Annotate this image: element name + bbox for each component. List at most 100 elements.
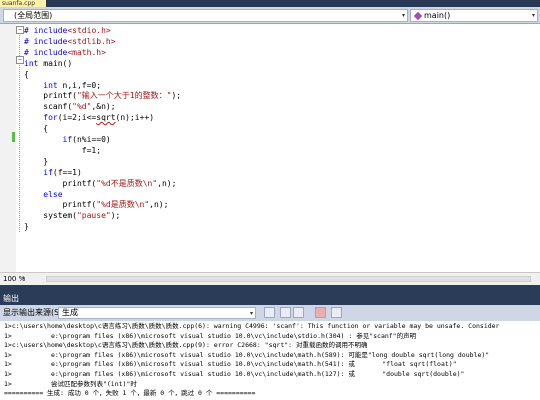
chevron-down-icon[interactable]: ▾ xyxy=(22,274,26,284)
code-line[interactable]: } xyxy=(24,157,48,167)
output-line: 1> e:\program files (x86)\microsoft visu… xyxy=(4,370,465,378)
navigation-bar: (全局范围) ▾ main() ▾ xyxy=(0,7,540,24)
output-text-area[interactable]: 1>c:\users\home\desktop\c语言练习\质数\质数\质数.c… xyxy=(0,321,540,400)
code-line[interactable]: if(n%i==0) xyxy=(24,135,111,145)
code-token: <stdio.h> xyxy=(67,26,111,35)
code-token: f=1; xyxy=(24,145,102,155)
code-token: n,i,f=0; xyxy=(57,80,102,90)
member-dropdown-value: main() xyxy=(424,11,451,20)
member-dropdown[interactable]: main() ▾ xyxy=(410,9,538,22)
code-token: "%d不是质数\n" xyxy=(96,178,158,188)
change-marker xyxy=(12,132,15,142)
code-line[interactable]: printf("%d不是质数\n",n); xyxy=(24,178,177,189)
code-token: (f==1) xyxy=(52,167,82,177)
code-token: # xyxy=(24,47,34,57)
output-source-label: 显示输出来源(S): xyxy=(3,308,66,317)
previous-message-icon[interactable] xyxy=(280,307,291,318)
code-line[interactable]: int n,i,f=0; xyxy=(24,81,101,91)
function-icon xyxy=(413,11,423,20)
code-line[interactable]: f=1; xyxy=(24,146,101,156)
collapse-icon[interactable]: − xyxy=(16,26,24,34)
code-token: "输入一个大于1的整数：" xyxy=(76,91,172,101)
chevron-down-icon: ▾ xyxy=(531,12,535,19)
code-line[interactable]: system("pause"); xyxy=(24,211,120,221)
code-token: system( xyxy=(24,211,77,221)
clear-all-icon[interactable] xyxy=(315,307,326,318)
output-source-dropdown[interactable]: 生成 ▾ xyxy=(58,307,256,319)
output-panel-title: 输出 xyxy=(0,293,540,305)
code-token: sqrt xyxy=(96,113,116,123)
code-token: scanf( xyxy=(24,102,73,112)
code-token: int xyxy=(24,58,39,68)
code-line[interactable]: else xyxy=(24,189,63,200)
code-line[interactable]: } xyxy=(24,222,29,232)
code-line[interactable]: for(i=2;i<=sqrt(n);i++) xyxy=(24,113,154,123)
code-token: else xyxy=(43,189,63,199)
code-token: ,n); xyxy=(149,200,169,210)
code-line[interactable]: { xyxy=(24,124,48,134)
code-line[interactable]: { xyxy=(24,70,29,80)
chevron-down-icon: ▾ xyxy=(401,12,405,19)
output-line: ========== 生成: 成功 0 个，失败 1 个，最新 0 个，跳过 0… xyxy=(4,389,256,398)
output-line: 1> 尝试匹配参数列表"(int)"时 xyxy=(4,379,137,388)
code-token: { xyxy=(24,69,29,79)
output-line: 1> e:\program files (x86)\microsoft visu… xyxy=(4,360,457,369)
code-token: for xyxy=(43,113,58,123)
code-token: <stdlib.h> xyxy=(67,36,116,46)
document-tab[interactable]: suanfa.cpp xyxy=(0,0,46,7)
scope-dropdown[interactable]: (全局范围) ▾ xyxy=(3,9,408,22)
go-to-error-icon[interactable] xyxy=(264,307,275,318)
editor-status-bar: 100 % ▾ xyxy=(0,272,540,285)
code-token: (n%i==0) xyxy=(72,135,111,144)
code-token: # xyxy=(24,26,34,35)
output-line: 1> e:\program files (x86)\microsoft visu… xyxy=(4,331,417,340)
code-token: } xyxy=(24,222,29,232)
code-token: printf( xyxy=(24,178,97,188)
document-tab-strip: suanfa.cpp xyxy=(0,0,540,7)
code-token: include xyxy=(33,47,68,57)
code-line[interactable]: printf("%d是质数\n",n); xyxy=(24,200,169,210)
code-token: include xyxy=(33,26,68,35)
code-token: (i=2;i<= xyxy=(57,113,97,123)
chevron-down-icon: ▾ xyxy=(249,310,253,317)
output-line: 1> e:\program files (x86)\microsoft visu… xyxy=(4,350,490,359)
output-line: 1>c:\users\home\desktop\c语言练习\质数\质数\质数.c… xyxy=(4,322,500,330)
document-tab-label: suanfa.cpp xyxy=(2,0,36,7)
code-token: if xyxy=(62,135,73,144)
toggle-word-wrap-icon[interactable] xyxy=(331,307,342,318)
code-line[interactable]: int main() xyxy=(24,59,72,69)
code-token: ,&n); xyxy=(91,102,116,112)
code-token: "%d" xyxy=(72,102,92,112)
code-line[interactable]: # include<stdlib.h> xyxy=(24,37,116,47)
code-editor[interactable]: − − # include<stdio.h> # include<stdlib.h… xyxy=(0,24,540,272)
code-line[interactable]: # include<stdio.h> xyxy=(24,26,111,36)
code-token: include xyxy=(33,36,68,46)
code-token: (n);i++) xyxy=(115,113,155,123)
code-token: "pause" xyxy=(76,211,111,221)
editor-margin xyxy=(0,24,16,272)
collapse-icon[interactable]: − xyxy=(16,56,24,64)
output-source-value: 生成 xyxy=(62,308,78,317)
code-line[interactable]: printf("输入一个大于1的整数："); xyxy=(24,91,181,101)
output-toolbar: 显示输出来源(S): 生成 ▾ xyxy=(0,305,540,321)
code-line[interactable]: # include<math.h> xyxy=(24,48,106,58)
code-token: ); xyxy=(110,211,121,221)
code-token: if xyxy=(43,167,53,177)
code-token: <math.h> xyxy=(67,47,106,57)
horizontal-scrollbar[interactable] xyxy=(46,276,531,282)
code-line[interactable]: scanf("%d",&n); xyxy=(24,102,116,112)
code-token: "%d是质数\n" xyxy=(96,200,150,210)
code-token: printf( xyxy=(24,91,77,101)
output-line: 1>c:\users\home\desktop\c语言练习\质数\质数\质数.c… xyxy=(4,341,368,350)
code-token: ,n); xyxy=(157,178,177,188)
code-token: { xyxy=(24,124,49,134)
code-line[interactable]: if(f==1) xyxy=(24,168,82,178)
next-message-icon[interactable] xyxy=(293,307,304,318)
code-token: ); xyxy=(171,91,182,101)
code-token: # xyxy=(24,36,34,46)
